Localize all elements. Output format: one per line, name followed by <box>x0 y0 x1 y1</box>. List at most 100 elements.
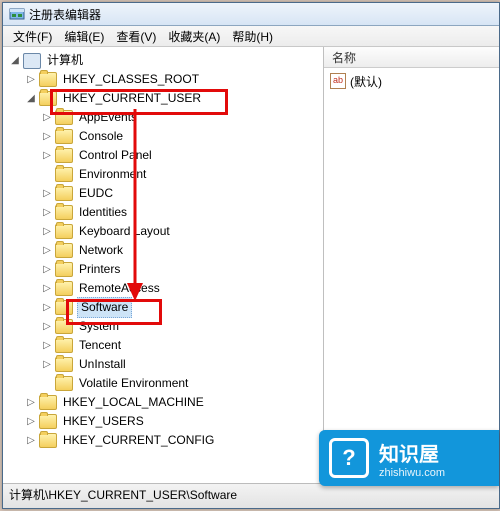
expand-icon[interactable]: ▷ <box>41 321 53 333</box>
collapse-icon[interactable]: ◢ <box>25 93 37 105</box>
tree-label: Software <box>77 297 132 318</box>
expand-icon[interactable]: ▷ <box>41 283 53 295</box>
folder-icon <box>55 300 73 315</box>
menu-help[interactable]: 帮助(H) <box>226 26 279 47</box>
tree-key[interactable]: ▷ Network <box>9 241 321 260</box>
value-name: (默认) <box>350 73 382 90</box>
tree-key[interactable]: ▷ Control Panel <box>9 146 321 165</box>
expand-icon[interactable]: ▷ <box>41 302 53 314</box>
expand-icon[interactable]: ▷ <box>41 188 53 200</box>
expand-icon[interactable]: ▷ <box>41 207 53 219</box>
expand-icon[interactable]: ▷ <box>41 150 53 162</box>
tree-label: Keyboard Layout <box>77 222 172 241</box>
menu-view[interactable]: 查看(V) <box>110 26 162 47</box>
expand-icon[interactable]: ▷ <box>41 112 53 124</box>
string-value-icon: ab <box>330 73 346 89</box>
folder-icon <box>39 395 57 410</box>
tree-key[interactable]: ▷ Identities <box>9 203 321 222</box>
tree-key[interactable]: ▷ Keyboard Layout <box>9 222 321 241</box>
menu-favorites[interactable]: 收藏夹(A) <box>162 26 226 47</box>
menu-edit[interactable]: 编辑(E) <box>58 26 110 47</box>
tree-key[interactable]: ▷ EUDC <box>9 184 321 203</box>
tree-key[interactable]: ▷ UnInstall <box>9 355 321 374</box>
tree-label: Control Panel <box>77 146 154 165</box>
tree-key[interactable]: ▷ Console <box>9 127 321 146</box>
tree-label: AppEvents <box>77 108 139 127</box>
tree-key[interactable]: ▷ RemoteAccess <box>9 279 321 298</box>
tree-label: HKEY_CLASSES_ROOT <box>61 70 201 89</box>
folder-icon <box>55 319 73 334</box>
tree-hive[interactable]: ◢ HKEY_CURRENT_USER <box>9 89 321 108</box>
watermark-badge: ? 知识屋 zhishiwu.com <box>319 430 499 486</box>
menu-bar: 文件(F) 编辑(E) 查看(V) 收藏夹(A) 帮助(H) <box>3 26 499 47</box>
tree-label: Console <box>77 127 125 146</box>
collapse-icon[interactable]: ◢ <box>9 55 21 67</box>
tree-hive[interactable]: ▷HKEY_CURRENT_CONFIG <box>9 431 321 450</box>
tree-label: RemoteAccess <box>77 279 162 298</box>
tree-root[interactable]: ◢ 计算机 <box>9 51 321 70</box>
tree-label: Tencent <box>77 336 123 355</box>
window-title: 注册表编辑器 <box>29 6 101 23</box>
folder-icon <box>39 91 57 106</box>
tree-label: EUDC <box>77 184 115 203</box>
watermark-url: zhishiwu.com <box>379 467 445 479</box>
folder-icon <box>55 205 73 220</box>
column-header-name[interactable]: 名称 <box>324 47 499 68</box>
expand-icon[interactable]: ▷ <box>41 226 53 238</box>
tree-label: HKEY_LOCAL_MACHINE <box>61 393 206 412</box>
tree-key[interactable]: ▷ Tencent <box>9 336 321 355</box>
folder-icon <box>55 262 73 277</box>
tree-label: 计算机 <box>45 51 85 70</box>
values-list: ab (默认) <box>324 68 499 94</box>
folder-icon <box>39 414 57 429</box>
expand-icon[interactable]: ▷ <box>25 435 37 447</box>
tree-label: Network <box>77 241 125 260</box>
tree-label: HKEY_USERS <box>61 412 146 431</box>
tree-label: Identities <box>77 203 129 222</box>
client-area: ◢ 计算机 ▷ HKEY_CLASSES_ROOT ◢ HKEY_CURRENT… <box>3 47 499 487</box>
folder-icon <box>55 129 73 144</box>
tree-label: UnInstall <box>77 355 128 374</box>
tree-hive[interactable]: ▷ HKEY_CLASSES_ROOT <box>9 70 321 89</box>
watermark-icon: ? <box>329 438 369 478</box>
tree-label: System <box>77 317 121 336</box>
tree-label: HKEY_CURRENT_USER <box>61 89 203 108</box>
menu-file[interactable]: 文件(F) <box>7 26 58 47</box>
tree-key[interactable]: ▷Volatile Environment <box>9 374 321 393</box>
tree-hive[interactable]: ▷ HKEY_USERS <box>9 412 321 431</box>
expand-icon[interactable]: ▷ <box>25 397 37 409</box>
tree-label: Printers <box>77 260 122 279</box>
expand-icon[interactable]: ▷ <box>41 264 53 276</box>
folder-icon <box>55 186 73 201</box>
regedit-window: 注册表编辑器 文件(F) 编辑(E) 查看(V) 收藏夹(A) 帮助(H) ◢ … <box>2 2 500 509</box>
folder-icon <box>55 224 73 239</box>
watermark-brand: 知识屋 <box>379 438 445 467</box>
tree-key[interactable]: ▷ Printers <box>9 260 321 279</box>
tree-key-selected[interactable]: ▷ Software <box>9 298 321 317</box>
expand-icon[interactable]: ▷ <box>25 416 37 428</box>
registry-tree: ◢ 计算机 ▷ HKEY_CLASSES_ROOT ◢ HKEY_CURRENT… <box>3 47 323 454</box>
tree-key[interactable]: ▷ System <box>9 317 321 336</box>
folder-icon <box>55 243 73 258</box>
tree-label: Environment <box>77 165 148 184</box>
folder-icon <box>55 281 73 296</box>
tree-key[interactable]: ▷ AppEvents <box>9 108 321 127</box>
expand-icon[interactable]: ▷ <box>41 131 53 143</box>
expand-icon[interactable]: ▷ <box>41 359 53 371</box>
expand-icon[interactable]: ▷ <box>25 74 37 86</box>
tree-pane[interactable]: ◢ 计算机 ▷ HKEY_CLASSES_ROOT ◢ HKEY_CURRENT… <box>3 47 324 487</box>
status-path: 计算机\HKEY_CURRENT_USER\Software <box>9 488 237 502</box>
title-bar[interactable]: 注册表编辑器 <box>3 3 499 26</box>
tree-key[interactable]: ▷Environment <box>9 165 321 184</box>
value-row[interactable]: ab (默认) <box>330 72 493 90</box>
computer-icon <box>23 53 41 69</box>
folder-icon <box>55 167 73 182</box>
folder-icon <box>39 433 57 448</box>
folder-icon <box>55 110 73 125</box>
expand-icon[interactable]: ▷ <box>41 245 53 257</box>
expand-icon[interactable]: ▷ <box>41 340 53 352</box>
tree-hive[interactable]: ▷ HKEY_LOCAL_MACHINE <box>9 393 321 412</box>
status-bar: 计算机\HKEY_CURRENT_USER\Software <box>3 483 499 508</box>
values-pane[interactable]: 名称 ab (默认) <box>324 47 499 487</box>
tree-label: Volatile Environment <box>77 374 190 393</box>
